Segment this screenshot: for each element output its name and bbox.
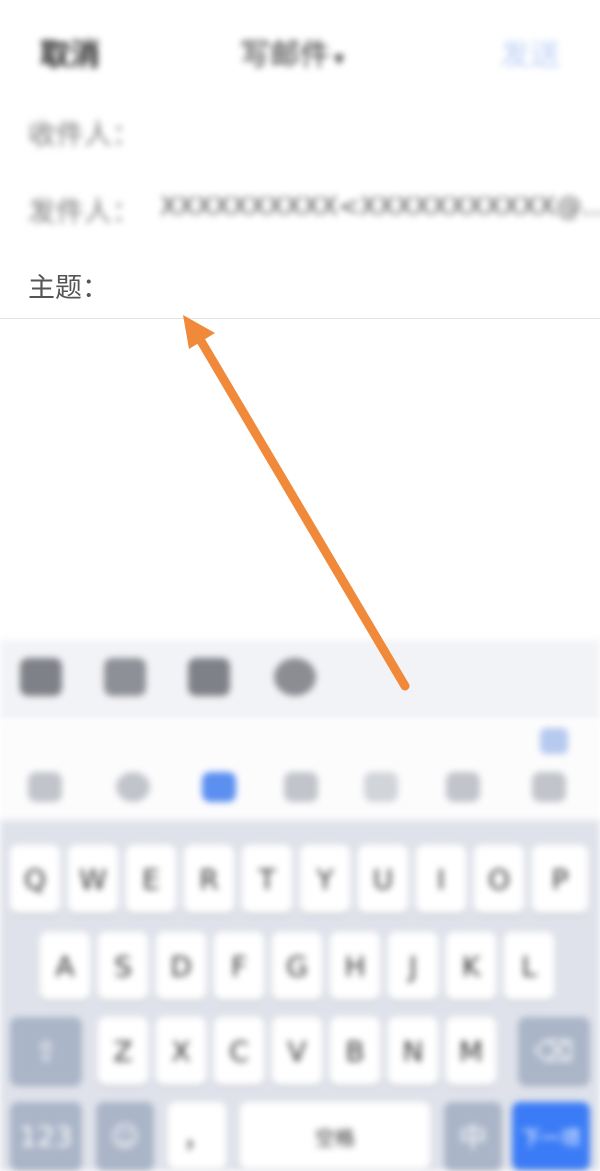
to-label: 收件人： [28, 118, 141, 151]
key-q[interactable]: Q [10, 845, 60, 913]
key-x[interactable]: X [156, 1017, 206, 1085]
key-o[interactable]: O [474, 845, 524, 913]
emoji-key[interactable]: ☺ [96, 1102, 154, 1170]
compose-title[interactable]: 写邮件 ▾ [240, 30, 344, 74]
key-h[interactable]: H [330, 932, 380, 1000]
key-t[interactable]: T [242, 845, 292, 913]
key-g[interactable]: G [272, 932, 322, 1000]
space-key[interactable]: 空格 [240, 1102, 430, 1170]
clipboard-icon[interactable] [284, 772, 318, 802]
key-u[interactable]: U [358, 845, 408, 913]
from-label: 发件人： [28, 195, 141, 228]
chevron-down-icon: ▾ [334, 46, 345, 70]
keyboard-toolbar [0, 720, 600, 820]
enter-key[interactable]: 下一项 [512, 1102, 590, 1170]
emoji-panel-icon[interactable] [116, 772, 150, 802]
mail-body-area[interactable] [0, 320, 600, 640]
backspace-key[interactable]: ⌫ [518, 1017, 590, 1085]
key-f[interactable]: F [214, 932, 264, 1000]
format-toolbar [0, 640, 600, 720]
send-button[interactable]: 发送 [500, 30, 560, 74]
key-v[interactable]: V [272, 1017, 322, 1085]
settings-icon[interactable] [532, 772, 566, 802]
key-d[interactable]: D [156, 932, 206, 1000]
from-value: XXXXXXXXXX<XXXXXXXXXXX@... [160, 192, 600, 222]
key-r[interactable]: R [184, 845, 234, 913]
key-j[interactable]: J [388, 932, 438, 1000]
compose-title-text: 写邮件 [240, 38, 330, 73]
key-a[interactable]: A [40, 932, 90, 1000]
keyboard-menu-icon[interactable] [28, 772, 62, 802]
key-l[interactable]: L [504, 932, 554, 1000]
key-p[interactable]: P [532, 845, 588, 913]
subject-label: 主题： [28, 273, 109, 304]
collapse-keyboard-icon[interactable] [540, 728, 568, 754]
emoji-icon[interactable] [274, 658, 316, 696]
cancel-button[interactable]: 取消 [40, 30, 100, 74]
key-m[interactable]: M [446, 1017, 496, 1085]
key-n[interactable]: N [388, 1017, 438, 1085]
cursor-icon[interactable] [364, 772, 398, 802]
key-i[interactable]: I [416, 845, 466, 913]
voice-icon[interactable] [202, 772, 236, 802]
key-k[interactable]: K [446, 932, 496, 1000]
soft-keyboard: Q W E R T Y U I O P A S D F G H J K L ⇧ … [0, 820, 600, 1171]
key-e[interactable]: E [126, 845, 176, 913]
from-field[interactable]: 发件人： XXXXXXXXXX<XXXXXXXXXXX@... [0, 170, 600, 240]
search-icon[interactable] [446, 772, 480, 802]
image-icon[interactable] [20, 658, 62, 696]
shift-key[interactable]: ⇧ [10, 1017, 82, 1085]
key-y[interactable]: Y [300, 845, 350, 913]
comma-key[interactable]: ， [168, 1102, 226, 1170]
key-w[interactable]: W [68, 845, 118, 913]
key-b[interactable]: B [330, 1017, 380, 1085]
camera-icon[interactable] [104, 658, 146, 696]
key-c[interactable]: C [214, 1017, 264, 1085]
compose-header: 取消 写邮件 ▾ 发送 [0, 0, 600, 100]
symbols-key[interactable]: 123 [10, 1102, 82, 1170]
to-field[interactable]: 收件人： [0, 95, 600, 165]
key-z[interactable]: Z [98, 1017, 148, 1085]
language-key[interactable]: 中 [444, 1102, 502, 1170]
attachment-icon[interactable] [188, 658, 230, 696]
divider [0, 318, 600, 319]
key-s[interactable]: S [98, 932, 148, 1000]
